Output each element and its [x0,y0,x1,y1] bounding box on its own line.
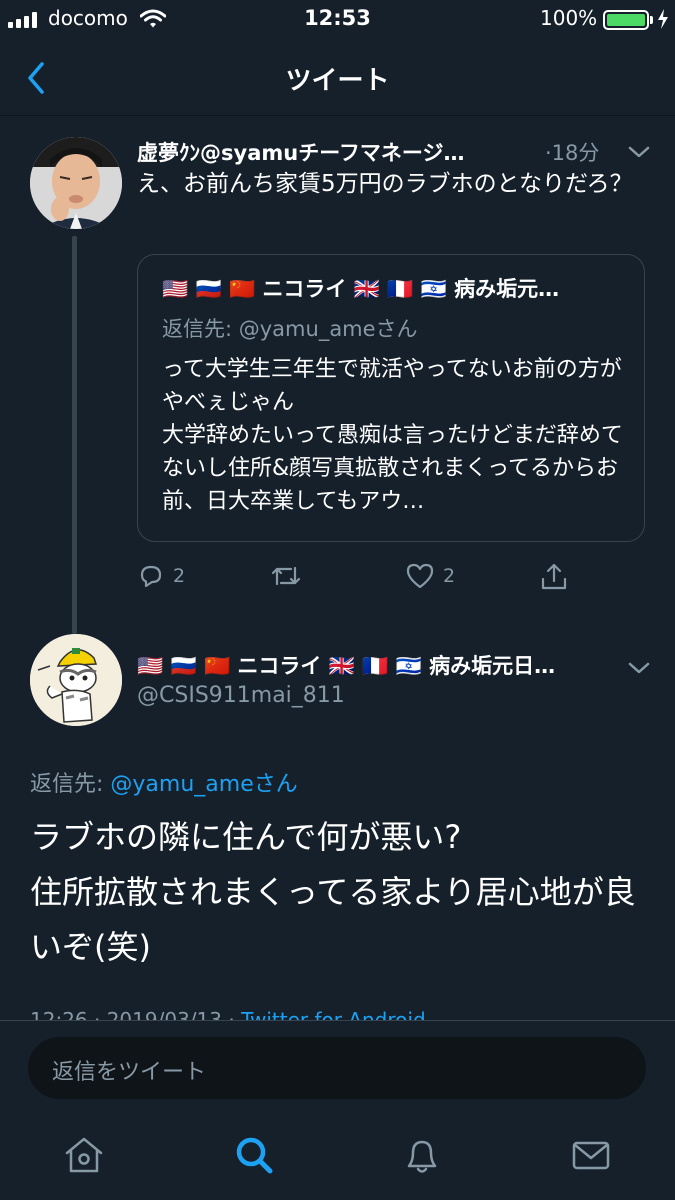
chevron-down-icon[interactable] [627,660,651,676]
reply-button[interactable]: 2 [137,562,185,590]
tweet-text: え、お前んち家賃5万円のラブホのとなりだろ？ [137,171,633,197]
charging-icon [658,9,668,29]
chevron-down-icon[interactable] [627,144,651,160]
flag-emoji: 🇷🇺 [170,654,197,678]
flag-emoji: 🇬🇧 [353,277,380,301]
battery-icon [603,10,649,30]
reply-count: 2 [173,565,186,587]
nav-header: ツイート [0,40,675,116]
retweet-icon [271,566,301,586]
tab-bar [0,1121,675,1200]
page-title: ツイート [285,66,390,96]
flag-emoji: 🇫🇷 [387,277,414,301]
status-bar: docomo 12:53 100% [0,0,675,40]
flag-emoji: 🇮🇱 [420,277,447,301]
author-name-suffix: 病み垢元日… [429,654,556,678]
flag-emoji: 🇫🇷 [362,654,389,678]
author-name-text: ニコライ [237,654,322,678]
tweet-author-name[interactable]: 虚夢ｸﾝ@syamuチーフマネージ… [137,137,537,167]
search-icon[interactable] [232,1133,276,1177]
home-icon[interactable] [62,1133,106,1177]
mail-icon[interactable] [569,1133,613,1177]
tweet-author-name[interactable]: 🇺🇸 🇷🇺 🇨🇳 ニコライ 🇬🇧 🇫🇷 🇮🇱 病み垢元日… [137,650,617,680]
tweet-time: ·18分 [545,141,600,165]
like-count: 2 [443,565,456,587]
avatar[interactable] [30,634,122,726]
reply-to: 返信先: @yamu_ameさん [30,766,298,798]
tweet-author-handle[interactable]: @CSIS911mai_811 [137,683,345,708]
avatar-cat-illustration [30,634,122,726]
battery-percent: 100% [540,6,598,30]
quoted-name-text: ニコライ [262,277,347,301]
reply-to-prefix: 返信先: [30,772,111,797]
retweet-button[interactable] [270,562,302,590]
reply-icon [140,565,162,588]
tweet-actions: 2 2 [137,562,637,602]
reply-input-placeholder: 返信をツイート [52,1060,207,1085]
avatar-photo [30,137,122,229]
share-icon [541,563,567,590]
bottom-bar: 返信をツイート [0,1020,675,1200]
flag-emoji: 🇬🇧 [328,654,355,678]
battery-nub [650,16,653,24]
thread-line [72,236,77,634]
avatar[interactable] [30,137,122,229]
heart-icon [406,563,434,589]
quoted-tweet-text: って大学生三年生で就活やってないお前の方がやべぇじゃん 大学辞めたいって愚痴は言… [162,357,623,514]
flag-emoji: 🇮🇱 [395,654,422,678]
quoted-tweet[interactable]: 🇺🇸 🇷🇺 🇨🇳 ニコライ 🇬🇧 🇫🇷 🇮🇱 病み垢元… 返信先: @yamu_… [137,254,645,542]
tweet-text: ラブホの隣に住んで何が悪い? 住所拡散されまくってる家より居心地が良いぞ(笑) [30,818,636,966]
reply-input[interactable]: 返信をツイート [28,1037,646,1099]
bell-icon[interactable] [400,1133,444,1177]
reply-to-mention[interactable]: @yamu_ameさん [110,772,297,797]
flag-emoji: 🇨🇳 [203,654,231,678]
share-button[interactable] [539,562,569,592]
flag-emoji: 🇺🇸 [137,654,164,678]
quoted-reply-to: 返信先: @yamu_ameさん [162,317,418,341]
flag-emoji: 🇺🇸 [162,277,189,301]
like-button[interactable]: 2 [405,562,455,590]
quoted-name-suffix: 病み垢元… [454,277,560,301]
flag-emoji: 🇨🇳 [228,277,256,301]
flag-emoji: 🇷🇺 [195,277,222,301]
quoted-author-name: 🇺🇸 🇷🇺 🇨🇳 ニコライ 🇬🇧 🇫🇷 🇮🇱 病み垢元… [162,273,622,303]
